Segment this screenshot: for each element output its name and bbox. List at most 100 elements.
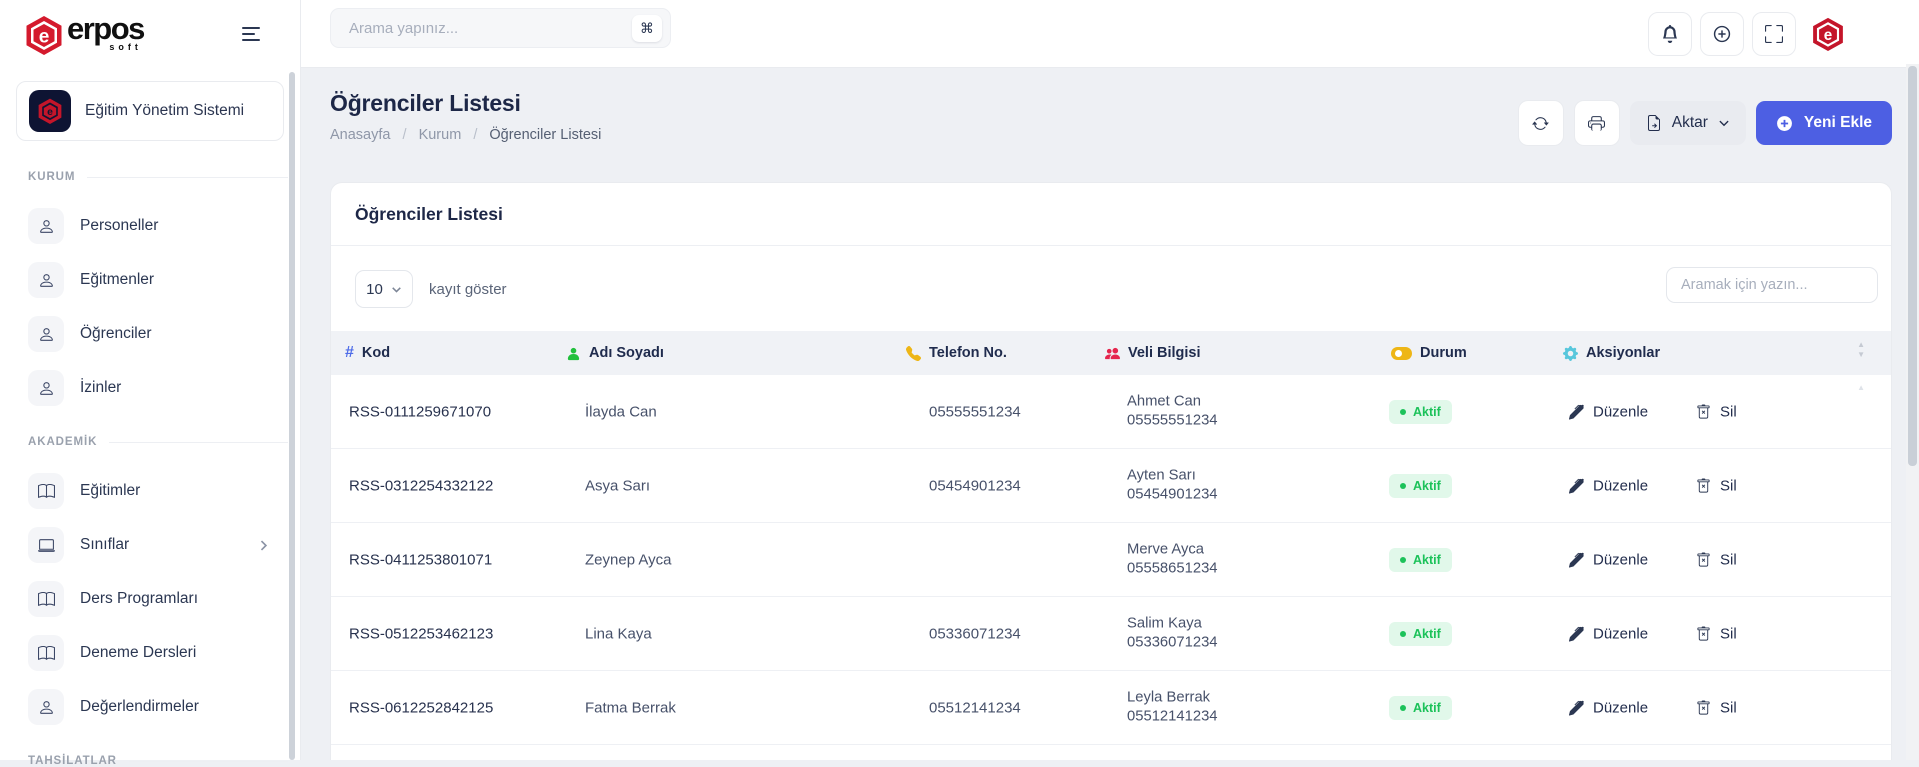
sidebar-item-eğitimler[interactable]: Eğitimler (0, 464, 300, 518)
page-size-value: 10 (366, 281, 383, 298)
user-icon (28, 262, 64, 298)
sidebar-toggle-icon[interactable] (238, 23, 264, 45)
status-badge: Aktif (1389, 474, 1452, 498)
printer-icon (1588, 115, 1605, 132)
book-icon (28, 473, 64, 509)
veli-phone: 05558651234 (1127, 560, 1218, 580)
column-header-people[interactable]: Veli Bilgisi (1105, 331, 1201, 375)
table-row: RSS-0411253801071 Zeynep Ayca Merve Ayca… (331, 523, 1891, 597)
edit-button[interactable]: Düzenle (1569, 403, 1648, 420)
edit-button[interactable]: Düzenle (1569, 625, 1648, 642)
column-header-phone[interactable]: Telefon No. (906, 331, 1007, 375)
cell-veli-bilgisi: Merve Ayca 05558651234 (1127, 540, 1218, 579)
sidebar-item-personeller[interactable]: Personeller (0, 199, 300, 253)
page-scrollbar-thumb[interactable] (1908, 66, 1917, 466)
global-search-input[interactable] (347, 19, 624, 38)
veli-name: Merve Ayca (1127, 540, 1218, 560)
delete-button[interactable]: Sil (1696, 625, 1737, 642)
logo-name: erpos (67, 13, 144, 44)
sidebar-scrollbar[interactable] (289, 72, 295, 760)
page-size-select[interactable]: 10 (355, 270, 413, 308)
refresh-button[interactable] (1518, 100, 1564, 146)
column-header-hash[interactable]: #Kod (345, 331, 390, 375)
cell-veli-bilgisi: Leyla Berrak 05512141234 (1127, 688, 1218, 727)
laptop-icon (28, 527, 64, 563)
sidebar-item-öğrenciler[interactable]: Öğrenciler (0, 307, 300, 361)
delete-button[interactable]: Sil (1696, 551, 1737, 568)
cell-telefon: 05454901234 (929, 477, 1021, 494)
user-avatar[interactable]: e (1810, 16, 1846, 52)
trash-icon (1696, 552, 1711, 567)
add-new-button[interactable]: Yeni Ekle (1756, 101, 1892, 145)
cell-durum: Aktif (1389, 622, 1452, 646)
add-new-button-label: Yeni Ekle (1804, 114, 1872, 132)
sidebar-item-deneme-dersleri[interactable]: Deneme Dersleri (0, 626, 300, 680)
sort-carets[interactable]: ▲▼ (1857, 340, 1865, 359)
sort-up-icon[interactable]: ▲ (1857, 340, 1865, 349)
page-size-label: kayıt göster (429, 281, 507, 298)
fullscreen-button[interactable] (1752, 12, 1796, 56)
edit-button[interactable]: Düzenle (1569, 551, 1648, 568)
pen-icon (1569, 626, 1584, 641)
table-search-input[interactable] (1666, 267, 1878, 303)
veli-phone: 05512141234 (1127, 708, 1218, 728)
delete-button[interactable]: Sil (1696, 403, 1737, 420)
column-header-gear[interactable]: Aksiyonlar (1563, 331, 1660, 375)
notifications-button[interactable] (1648, 12, 1692, 56)
user-icon (28, 370, 64, 406)
sidebar-item-değerlendirmeler[interactable]: Değerlendirmeler (0, 680, 300, 734)
print-button[interactable] (1574, 100, 1620, 146)
column-header-toggle[interactable]: Durum (1391, 331, 1467, 375)
cell-telefon: 05512141234 (929, 699, 1021, 716)
delete-button-label: Sil (1720, 477, 1737, 494)
bell-icon (1661, 25, 1679, 43)
sidebar-item-i-zinler[interactable]: İzinler (0, 361, 300, 415)
cell-veli-bilgisi: Salim Kaya 05336071234 (1127, 614, 1218, 653)
sidebar-item-ders-programları[interactable]: Ders Programları (0, 572, 300, 626)
edit-button-label: Düzenle (1593, 625, 1648, 642)
breadcrumb-home[interactable]: Anasayfa (330, 127, 390, 143)
delete-button[interactable]: Sil (1696, 699, 1737, 716)
table-row: RSS-0312254332122 Asya Sarı 05454901234 … (331, 449, 1891, 523)
sort-down-icon[interactable]: ▼ (1857, 350, 1865, 359)
veli-phone: 05336071234 (1127, 634, 1218, 654)
trash-icon (1696, 700, 1711, 715)
edit-button[interactable]: Düzenle (1569, 477, 1648, 494)
edit-button-label: Düzenle (1593, 551, 1648, 568)
cell-telefon: 05555551234 (929, 403, 1021, 420)
sidebar-item-sınıflar[interactable]: Sınıflar (0, 518, 300, 572)
edit-button[interactable]: Düzenle (1569, 699, 1648, 716)
status-badge: Aktif (1389, 696, 1452, 720)
sidebar-section-label: AKADEMİK (28, 436, 288, 448)
topbar: ⌘ e (300, 0, 1919, 68)
pen-icon (1569, 478, 1584, 493)
workspace-switcher[interactable]: e Eğitim Yönetim Sistemi (16, 81, 284, 141)
quick-add-button[interactable] (1700, 12, 1744, 56)
chevron-down-icon (391, 284, 402, 295)
breadcrumb-kurum[interactable]: Kurum (419, 127, 462, 143)
status-badge: Aktif (1389, 400, 1452, 424)
delete-button[interactable]: Sil (1696, 477, 1737, 494)
export-button[interactable]: Aktar (1630, 101, 1746, 145)
status-dot-icon (1400, 705, 1406, 711)
user-icon (28, 208, 64, 244)
cell-durum: Aktif (1389, 548, 1452, 572)
table-header: Aksiyonlar Durum Veli Bilgisi Telefon No. Ad… (331, 331, 1891, 375)
delete-button-label: Sil (1720, 551, 1737, 568)
global-search: ⌘ (330, 8, 671, 48)
breadcrumb: Anasayfa / Kurum / Öğrenciler Listesi (330, 127, 601, 143)
chevron-down-icon (1718, 117, 1730, 129)
cell-adi-soyadi: Lina Kaya (585, 625, 652, 642)
cell-adi-soyadi: Asya Sarı (585, 477, 650, 494)
sidebar-section-label: KURUM (28, 171, 288, 183)
user-icon (28, 689, 64, 725)
scroll-up-icon[interactable]: ▲ (1857, 383, 1865, 392)
edit-button-label: Düzenle (1593, 477, 1648, 494)
erpos-logo[interactable]: e erpos soft (24, 13, 144, 55)
book-icon (28, 581, 64, 617)
edit-button-label: Düzenle (1593, 403, 1648, 420)
edit-button-label: Düzenle (1593, 699, 1648, 716)
column-header-person[interactable]: Adı Soyadı (566, 331, 664, 375)
status-badge: Aktif (1389, 548, 1452, 572)
sidebar-item-eğitmenler[interactable]: Eğitmenler (0, 253, 300, 307)
